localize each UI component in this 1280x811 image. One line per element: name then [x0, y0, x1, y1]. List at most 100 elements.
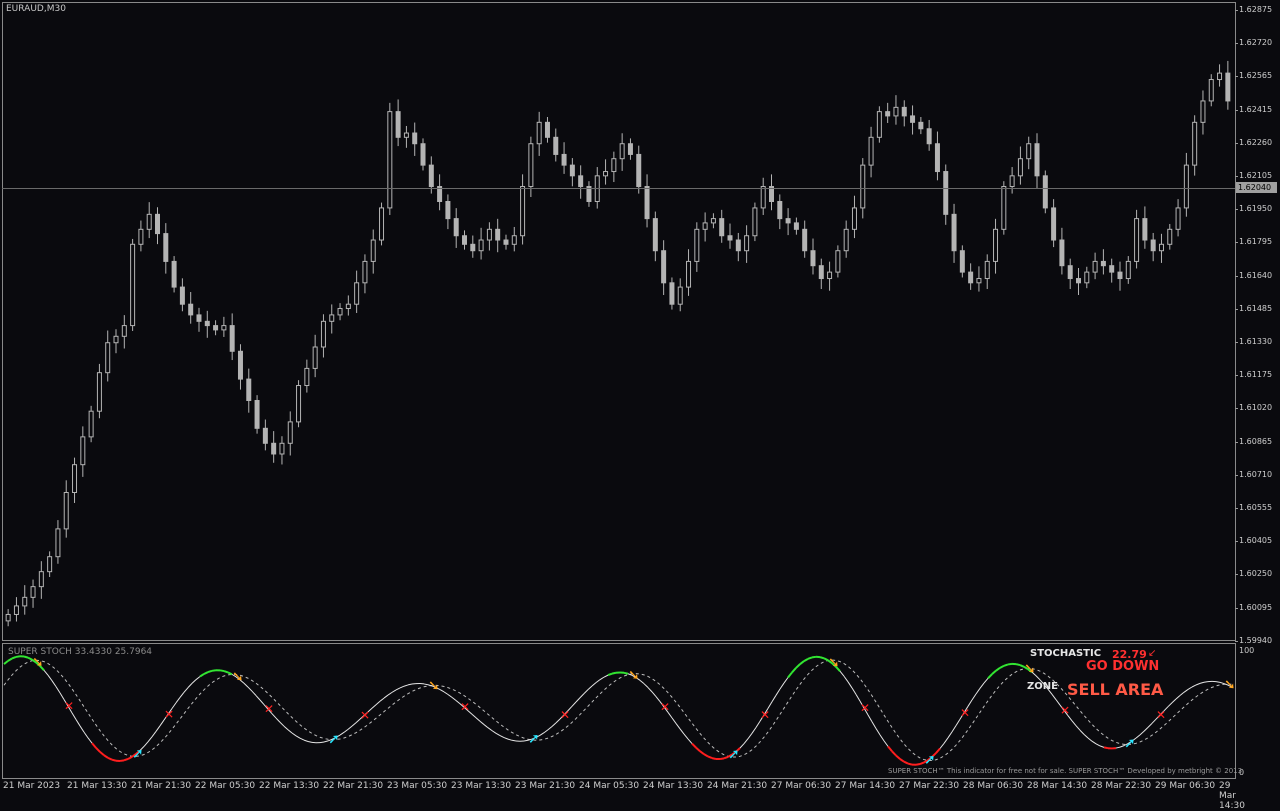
candle-body — [529, 144, 533, 187]
candle-body — [380, 208, 384, 240]
stoch-main-segment — [840, 671, 844, 676]
price-chart: ➘✕➚✕➘✕➚✕➘✕➚✕➘✕➚✕➘✕➚✕➘✕➚✕➘ — [0, 0, 1235, 800]
stoch-main-segment — [908, 764, 912, 765]
stoch-main-segment — [996, 668, 1000, 671]
candle-body — [678, 287, 682, 304]
stoch-main-segment — [472, 714, 476, 718]
candle-body — [628, 144, 632, 155]
stoch-main-segment — [672, 718, 676, 724]
stoch-main-segment — [588, 686, 592, 690]
candle-body — [1143, 219, 1147, 240]
stoch-main-segment — [984, 678, 988, 683]
candle-body — [1018, 159, 1022, 176]
price-axis-tick: 1.62720 — [1235, 38, 1272, 47]
stoch-main-segment — [476, 718, 480, 721]
stoch-main-segment — [1008, 664, 1012, 665]
candle-body — [886, 112, 890, 116]
stoch-main-segment — [24, 657, 28, 658]
candle-body — [803, 229, 807, 250]
stoch-main-segment — [608, 674, 612, 675]
candle-body — [396, 112, 400, 138]
candle-body — [73, 465, 77, 493]
candle-body — [1159, 244, 1163, 250]
stoch-main-segment — [372, 705, 376, 709]
candle-body — [1068, 266, 1072, 279]
price-axis-tick: 1.60865 — [1235, 437, 1272, 446]
candle-body — [222, 326, 226, 330]
candle-body — [1035, 144, 1039, 176]
stoch-main-segment — [892, 751, 896, 755]
sell-arrow-icon: ➘ — [1224, 677, 1235, 693]
stoch-main-segment — [888, 746, 892, 751]
time-axis-tick: 22 Mar 13:30 — [259, 781, 319, 791]
price-axis-tick: 1.62105 — [1235, 171, 1272, 180]
candle-body — [662, 251, 666, 283]
stoch-main-segment — [740, 744, 744, 748]
cross-icon: ✕ — [164, 707, 174, 721]
stoch-main-segment — [148, 737, 152, 742]
stoch-main-segment — [692, 744, 696, 748]
stoch-main-segment — [204, 672, 208, 674]
stoch-main-segment — [644, 684, 648, 688]
stoch-main-segment — [792, 668, 796, 672]
stoch-main-segment — [100, 752, 104, 755]
candle-body — [321, 321, 325, 347]
stoch-main-segment — [488, 728, 492, 731]
candle-body — [1085, 272, 1089, 283]
stoch-main-segment — [780, 683, 784, 689]
stoch-main-segment — [804, 659, 808, 661]
candle-body — [89, 411, 93, 437]
stoch-main-segment — [696, 748, 700, 752]
stoch-main-segment — [688, 739, 692, 744]
stoch-main-segment — [604, 675, 608, 677]
candle-body — [836, 251, 840, 272]
stoch-main-segment — [952, 726, 956, 732]
candle-body — [255, 400, 259, 428]
time-axis-tick: 23 Mar 05:30 — [387, 781, 447, 791]
candle-body — [388, 112, 392, 208]
candle-body — [263, 428, 267, 443]
stoch-main-segment — [592, 683, 596, 686]
stoch-main-segment — [452, 697, 456, 700]
stoch-main-segment — [1168, 703, 1172, 707]
candle-body — [894, 107, 898, 116]
stoch-main-segment — [8, 658, 12, 660]
stoch-main-segment — [184, 688, 188, 693]
candle-body — [1002, 187, 1006, 230]
stoch-main-segment — [852, 688, 856, 694]
stoch-main-segment — [508, 739, 512, 740]
stoch-main-segment — [704, 754, 708, 756]
stoch-main-segment — [1200, 682, 1204, 683]
stoch-main-segment — [96, 748, 100, 752]
candle-body — [97, 373, 101, 412]
stoch-main-segment — [684, 734, 688, 739]
candle-body — [1168, 229, 1172, 244]
stoch-main-segment — [548, 726, 552, 729]
candle-body — [911, 116, 915, 122]
time-axis-tick: 24 Mar 05:30 — [579, 781, 639, 791]
candle-body — [852, 208, 856, 229]
candle-body — [711, 219, 715, 223]
go-down-text: GO DOWN — [1086, 659, 1159, 674]
candle-body — [288, 422, 292, 443]
candle-body — [977, 279, 981, 283]
buy-arrow-icon: ➚ — [728, 747, 740, 763]
sell-arrow-icon: ➘ — [628, 667, 640, 683]
stoch-main-segment — [712, 758, 716, 759]
candle-body — [1193, 122, 1197, 165]
candle-body — [147, 214, 151, 229]
candle-body — [122, 326, 126, 337]
stoch-main-segment — [796, 664, 800, 668]
time-axis-tick: 28 Mar 14:30 — [1027, 781, 1087, 791]
stoch-main-segment — [248, 687, 252, 691]
stoch-main-segment — [872, 722, 876, 729]
candle-body — [56, 529, 60, 557]
cross-icon: ✕ — [1060, 703, 1070, 717]
candle-body — [645, 187, 649, 219]
stoch-main-segment — [1188, 687, 1192, 689]
stoch-main-segment — [380, 698, 384, 701]
stoch-main-segment — [484, 725, 488, 728]
candle-body — [786, 219, 790, 223]
stoch-main-segment — [820, 657, 824, 658]
candle-body — [637, 154, 641, 186]
